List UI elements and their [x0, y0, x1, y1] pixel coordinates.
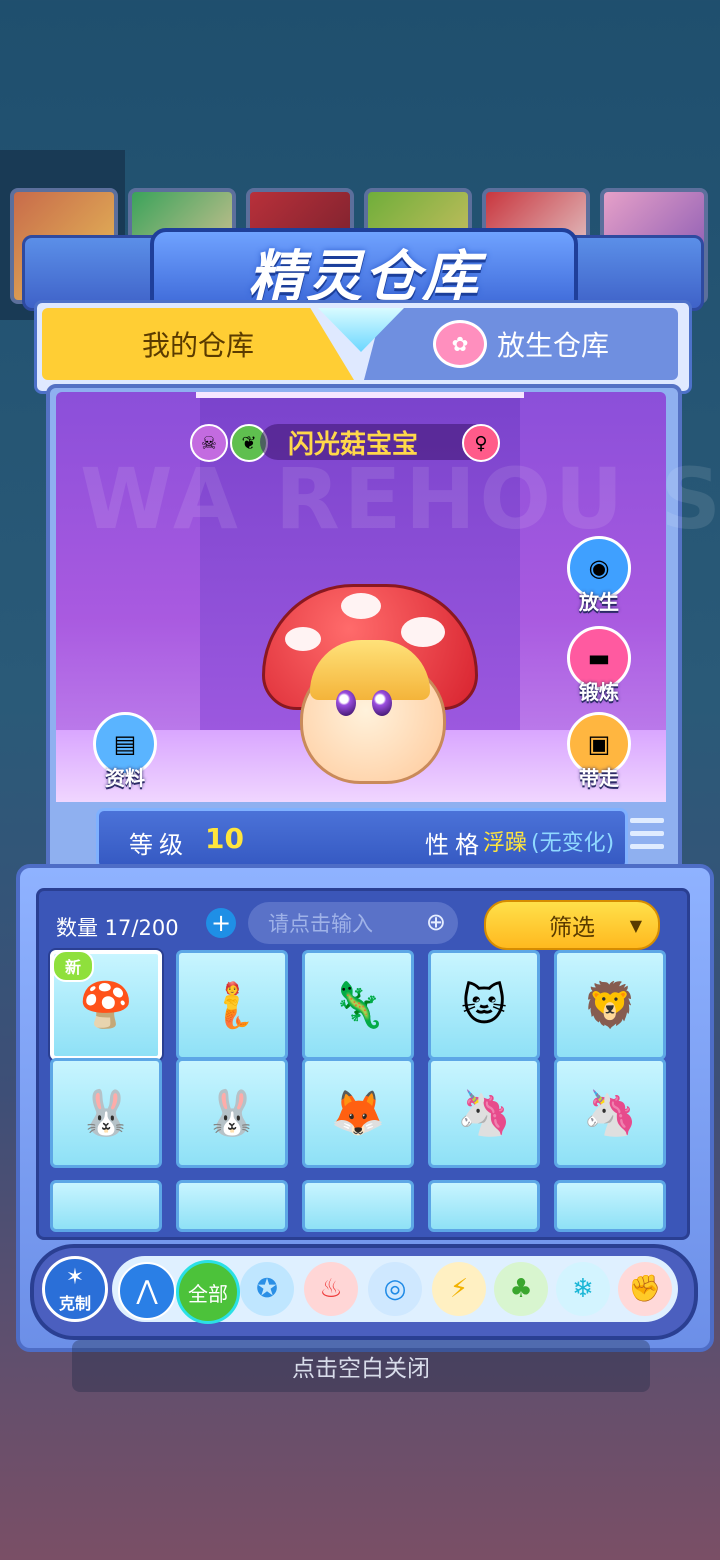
add-capacity-button[interactable]: +: [206, 908, 236, 938]
pet-eye: [336, 690, 356, 716]
menu-icon[interactable]: [630, 818, 664, 858]
pet-eye: [372, 690, 392, 716]
pet-slot[interactable]: 🦄: [554, 1058, 666, 1168]
fire-icon[interactable]: ♨: [304, 1262, 358, 1316]
pet-slot[interactable]: 🦁: [554, 950, 666, 1060]
tap-to-close-hint[interactable]: 点击空白关闭: [72, 1340, 650, 1392]
pet-slot[interactable]: [554, 1180, 666, 1232]
tab-release-storage[interactable]: ✿ 放生仓库: [364, 308, 678, 380]
fighting-icon[interactable]: ✊: [618, 1262, 672, 1316]
nature-note: (无变化): [531, 831, 615, 856]
restrain-star-icon: ✶: [65, 1264, 85, 1290]
pet-slot[interactable]: 🦊: [302, 1058, 414, 1168]
train-button[interactable]: ▬ 锻炼: [566, 626, 632, 705]
ceiling-light: [196, 392, 524, 398]
warehouse-watermark: WA REHOU SE: [80, 450, 720, 548]
restrain-button[interactable]: ✶ 克制: [42, 1256, 108, 1322]
tab-release-storage-label: 放生仓库: [496, 329, 609, 362]
new-tag: 新: [52, 950, 94, 982]
chevron-down-icon: ▼: [629, 915, 642, 935]
filter-button[interactable]: 筛选 ▼: [484, 900, 660, 950]
level-label: 等级: [129, 831, 189, 859]
pet-slot[interactable]: [302, 1180, 414, 1232]
nature-value: 浮躁: [483, 831, 528, 856]
pet-slot[interactable]: [176, 1180, 288, 1232]
search-input[interactable]: 请点击输入 ⊕: [248, 902, 458, 944]
element-all-button[interactable]: 全部: [176, 1260, 240, 1324]
ice-icon[interactable]: ❄: [556, 1262, 610, 1316]
pet-stats-bar: 等级 10 性格 浮躁 (无变化): [96, 808, 628, 870]
grass-icon[interactable]: ♣: [494, 1262, 548, 1316]
normal-icon[interactable]: ✪: [240, 1262, 294, 1316]
pet-slot[interactable]: 🦄: [428, 1058, 540, 1168]
release-button[interactable]: ◉ 放生: [566, 536, 632, 615]
take-away-button[interactable]: ▣ 带走: [566, 712, 632, 791]
pet-slot[interactable]: [428, 1180, 540, 1232]
pet-slot[interactable]: 🐱: [428, 950, 540, 1060]
zoom-search-icon: ⊕: [425, 908, 446, 936]
pet-slot[interactable]: [50, 1180, 162, 1232]
water-icon[interactable]: ◎: [368, 1262, 422, 1316]
pet-slot[interactable]: 🦎: [302, 950, 414, 1060]
female-icon: ♀: [462, 424, 500, 462]
poison-type-icon: ☠: [190, 424, 228, 462]
pet-slot[interactable]: 🐰: [50, 1058, 162, 1168]
pet-slot[interactable]: 🧜: [176, 950, 288, 1060]
pet-name: 闪光菇宝宝: [260, 424, 490, 460]
profile-button[interactable]: ▤ 资料: [92, 712, 158, 791]
nature-label: 性格: [425, 831, 485, 859]
pet-slot[interactable]: 🐰: [176, 1058, 288, 1168]
pink-pet-icon: ✿: [432, 320, 487, 368]
pet-count: 数量 17/200: [56, 916, 179, 940]
tab-my-storage[interactable]: 我的仓库: [42, 308, 354, 380]
pet-slot[interactable]: 🍄 新: [50, 950, 162, 1060]
tab-my-storage-label: 我的仓库: [141, 329, 254, 362]
electric-icon[interactable]: ⚡: [432, 1262, 486, 1316]
level-value: 10: [205, 822, 244, 855]
collapse-icon[interactable]: ⋀: [118, 1262, 176, 1320]
